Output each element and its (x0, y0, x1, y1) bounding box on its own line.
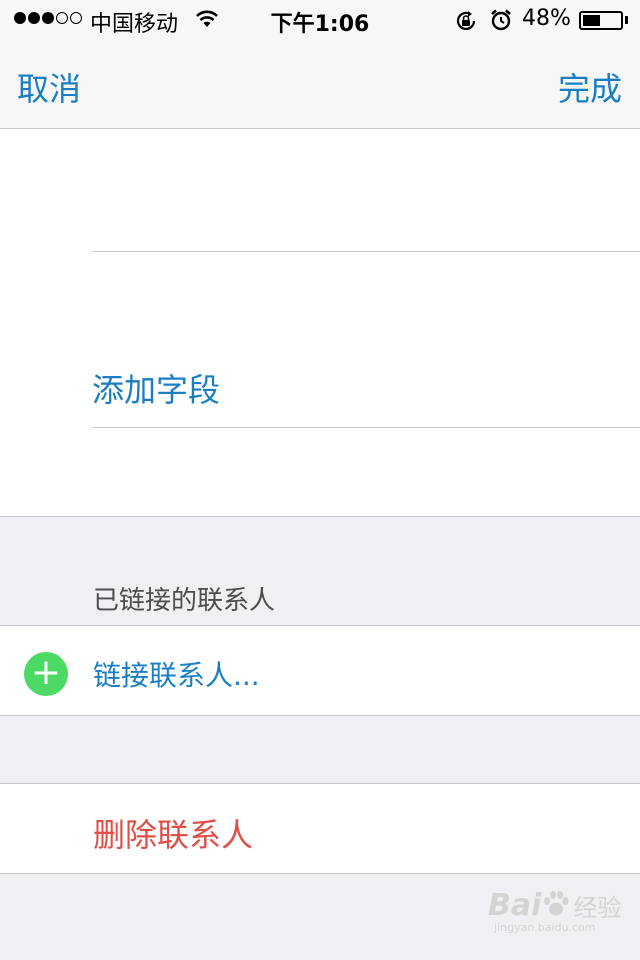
add-field-button[interactable]: 添加字段 (92, 365, 220, 411)
navigation-bar: 取消 完成 (0, 40, 640, 129)
linked-contacts-header: 已链接的联系人 (93, 586, 276, 616)
baidu-watermark: Bai 经验 jingyan.baidu.com (488, 888, 621, 934)
status-bar: 中国移动 下午1:06 48% (0, 0, 640, 40)
field-separator (92, 251, 640, 252)
battery-icon (579, 11, 623, 30)
add-circle-icon[interactable]: + (24, 652, 68, 696)
link-contact-row[interactable]: + 链接联系人... (0, 625, 640, 716)
cancel-button[interactable]: 取消 (17, 64, 81, 110)
link-contact-label: 链接联系人... (93, 659, 260, 692)
alarm-icon (489, 8, 513, 36)
watermark-brand: Bai (488, 888, 542, 923)
field-separator (92, 427, 640, 428)
battery-tip (625, 16, 628, 24)
done-button[interactable]: 完成 (558, 64, 622, 110)
delete-contact-row[interactable]: 删除联系人 (0, 783, 640, 874)
battery-percentage: 48% (522, 6, 571, 31)
delete-contact-button[interactable]: 删除联系人 (93, 810, 253, 856)
watermark-brand-suffix: 经验 (573, 894, 622, 922)
paw-icon (543, 890, 569, 922)
battery-fill (583, 15, 600, 26)
contact-fields-section: 添加字段 (0, 129, 640, 517)
rotation-lock-icon (454, 9, 478, 37)
